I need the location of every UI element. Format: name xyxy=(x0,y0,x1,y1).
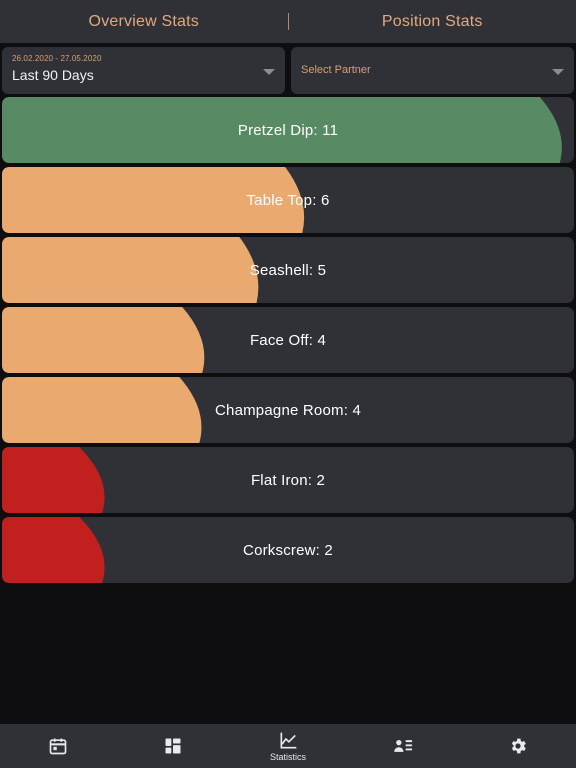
bottom-navigation-bar: Statistics xyxy=(0,724,576,768)
select-partner-dropdown[interactable]: Select Partner xyxy=(291,47,574,94)
app-root: Overview Stats Position Stats 26.02.2020… xyxy=(0,0,576,768)
top-tab-bar: Overview Stats Position Stats xyxy=(0,0,576,43)
nav-item-gear[interactable] xyxy=(461,724,576,768)
chart-bar-fill xyxy=(2,517,105,583)
date-range-dropdown[interactable]: 26.02.2020 - 27.05.2020 Last 90 Days xyxy=(2,47,285,94)
tab-position-stats[interactable]: Position Stats xyxy=(289,0,576,43)
date-range-value: Last 90 Days xyxy=(12,67,94,83)
tab-overview-stats-label: Overview Stats xyxy=(88,12,199,30)
calendar-icon xyxy=(48,736,68,756)
chart-bar-fill xyxy=(2,447,105,513)
chart-bar-row[interactable]: Flat Iron: 2 xyxy=(2,447,574,513)
chevron-down-icon xyxy=(263,68,275,75)
chevron-down-icon xyxy=(552,68,564,75)
nav-item-dashboard[interactable] xyxy=(115,724,230,768)
nav-item-calendar[interactable] xyxy=(0,724,115,768)
filter-row: 26.02.2020 - 27.05.2020 Last 90 Days Sel… xyxy=(0,43,576,97)
tab-position-stats-label: Position Stats xyxy=(381,12,483,30)
tab-overview-stats[interactable]: Overview Stats xyxy=(0,0,288,43)
chart-bar-fill xyxy=(2,237,259,303)
statistics-icon xyxy=(278,731,298,751)
chart-bar-row[interactable]: Face Off: 4 xyxy=(2,307,574,373)
contacts-icon xyxy=(393,736,413,756)
chart-bar-row[interactable]: Pretzel Dip: 11 xyxy=(2,97,574,163)
chart-bar-row[interactable]: Seashell: 5 xyxy=(2,237,574,303)
dashboard-icon xyxy=(163,736,183,756)
nav-item-statistics[interactable]: Statistics xyxy=(230,724,345,768)
chart-bar-fill xyxy=(2,97,562,163)
tab-divider xyxy=(287,13,289,30)
nav-item-contacts[interactable] xyxy=(346,724,461,768)
chart-bar-fill xyxy=(2,167,305,233)
position-bar-chart: Pretzel Dip: 11 Table Top: 6 Seashell: 5 Fa… xyxy=(0,97,576,768)
nav-item-label: Statistics xyxy=(270,751,307,762)
date-range-subtext: 26.02.2020 - 27.05.2020 xyxy=(12,54,102,63)
chart-bar-fill xyxy=(2,307,205,373)
select-partner-placeholder: Select Partner xyxy=(301,64,371,76)
chart-bar-row[interactable]: Table Top: 6 xyxy=(2,167,574,233)
chart-bar-row[interactable]: Corkscrew: 2 xyxy=(2,517,574,583)
chart-bar-fill xyxy=(2,377,202,443)
gear-icon xyxy=(508,736,528,756)
chart-bar-row[interactable]: Champagne Room: 4 xyxy=(2,377,574,443)
